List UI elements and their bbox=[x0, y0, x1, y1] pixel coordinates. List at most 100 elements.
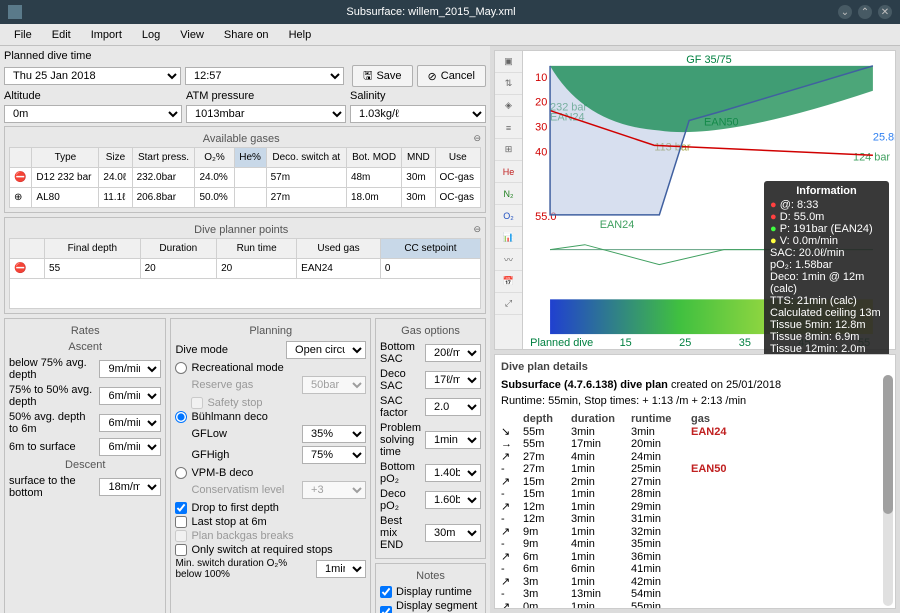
note1-check[interactable] bbox=[380, 586, 392, 598]
details-scrollbar[interactable] bbox=[883, 375, 893, 606]
collapse-planner-icon[interactable]: ⊖ bbox=[473, 224, 481, 236]
rate-4-select[interactable]: 6m/min bbox=[99, 438, 161, 456]
recreational-radio[interactable] bbox=[175, 362, 187, 374]
altitude-select[interactable]: 0m bbox=[4, 105, 182, 123]
collapse-gases-icon[interactable]: ⊖ bbox=[473, 133, 481, 145]
plan-row: ↗3m1min42min bbox=[501, 575, 889, 588]
dive-mode-select[interactable]: Open circuit bbox=[286, 341, 366, 359]
ascent-label: Ascent bbox=[9, 341, 161, 353]
tool-2[interactable]: ⇅ bbox=[495, 73, 522, 95]
cancel-button[interactable]: ⊘Cancel bbox=[417, 65, 486, 87]
plan-row: -6m6min41min bbox=[501, 563, 889, 575]
tool-graph-icon[interactable]: 〰 bbox=[495, 249, 522, 271]
save-icon: 🖫 bbox=[363, 67, 372, 86]
date-select[interactable]: Thu 25 Jan 2018 bbox=[4, 67, 181, 85]
vpm-radio[interactable] bbox=[175, 467, 187, 479]
gflow-select[interactable]: 35% bbox=[302, 425, 366, 443]
menu-file[interactable]: File bbox=[4, 29, 42, 41]
rate-3-select[interactable]: 6m/min bbox=[99, 414, 161, 432]
svg-text:15: 15 bbox=[620, 337, 632, 349]
svg-text:35: 35 bbox=[739, 337, 751, 349]
planned-time-label: Planned dive time bbox=[4, 50, 486, 62]
svg-text:25.8m: 25.8m bbox=[873, 131, 895, 143]
tool-3[interactable]: ◈ bbox=[495, 95, 522, 117]
close-button[interactable]: ✕ bbox=[878, 5, 892, 19]
time-select[interactable]: 12:57 bbox=[185, 67, 344, 85]
minimize-button[interactable]: ⌄ bbox=[838, 5, 852, 19]
bme-select[interactable]: 30m bbox=[425, 524, 481, 542]
dpo2-select[interactable]: 1.60bar bbox=[425, 491, 481, 509]
sacf-select[interactable]: 2.0 bbox=[425, 398, 481, 416]
remove-point-icon[interactable]: ⛔ bbox=[10, 259, 45, 279]
minsw-select[interactable]: 1min bbox=[316, 560, 366, 578]
svg-text:30: 30 bbox=[535, 121, 547, 133]
save-button[interactable]: 🖫Save bbox=[352, 65, 412, 87]
note2-check[interactable] bbox=[380, 606, 392, 613]
tool-he[interactable]: He bbox=[495, 161, 522, 183]
svg-text:10: 10 bbox=[535, 72, 547, 84]
rate-5-select[interactable]: 18m/min bbox=[99, 478, 161, 496]
gas-row[interactable]: ⛔D12 232 bar24.0ℓ232.0bar24.0%57m48m30mO… bbox=[10, 168, 481, 188]
reserve-select: 50bar bbox=[302, 376, 366, 394]
notes-panel: Notes Display runtime Display segment du… bbox=[375, 563, 486, 613]
plan-row: -9m4min35min bbox=[501, 538, 889, 550]
plan-row: ↘55m3min3minEAN24 bbox=[501, 425, 889, 438]
rate-2-select[interactable]: 6m/min bbox=[99, 387, 161, 405]
plan-table: depthdurationruntimegas ↘55m3min3minEAN2… bbox=[501, 413, 889, 609]
salinity-select[interactable]: 1.03kg/ℓ bbox=[350, 105, 486, 123]
laststop-check[interactable] bbox=[175, 516, 187, 528]
tool-5[interactable]: ⊞ bbox=[495, 139, 522, 161]
app-icon bbox=[8, 5, 22, 19]
svg-text:GF 35/75: GF 35/75 bbox=[686, 54, 731, 66]
gas-row[interactable]: ⊕AL8011.1ℓ206.8bar50.0%27m18.0m30mOC-gas bbox=[10, 188, 481, 208]
svg-text:20: 20 bbox=[535, 97, 547, 109]
plan-row: ↗9m1min32min bbox=[501, 525, 889, 538]
buhlmann-radio[interactable] bbox=[175, 411, 187, 423]
profile-toolbar: ▣ ⇅ ◈ ≡ ⊞ He N₂ O₂ 📊 〰 📅 ⤢ bbox=[495, 51, 523, 349]
tool-4[interactable]: ≡ bbox=[495, 117, 522, 139]
drop-check[interactable] bbox=[175, 502, 187, 514]
tool-n2[interactable]: N₂ bbox=[495, 183, 522, 205]
rates-title: Rates bbox=[9, 325, 161, 337]
svg-text:124 bar: 124 bar bbox=[853, 151, 890, 163]
atm-select[interactable]: 1013mbar bbox=[186, 105, 346, 123]
add-gas-icon[interactable]: ⊕ bbox=[10, 188, 32, 208]
onlysw-check[interactable] bbox=[175, 544, 187, 556]
dsac-select[interactable]: 17ℓ/min bbox=[425, 371, 481, 389]
cons-select: +3 bbox=[302, 481, 366, 499]
profile-canvas[interactable]: GF 35/75 10 20 30 40 55.0 25.8m 232 bar … bbox=[523, 51, 895, 349]
menu-view[interactable]: View bbox=[170, 29, 214, 41]
planner-row[interactable]: ⛔552020EAN240 bbox=[10, 259, 481, 279]
rates-panel: Rates Ascent below 75% avg. depth9m/min … bbox=[4, 318, 166, 613]
plan-row: ↗15m2min27min bbox=[501, 475, 889, 488]
gfhigh-select[interactable]: 75% bbox=[302, 446, 366, 464]
bpo2-select[interactable]: 1.40bar bbox=[425, 464, 481, 482]
tool-expand-icon[interactable]: ⤢ bbox=[495, 293, 522, 315]
remove-gas-icon[interactable]: ⛔ bbox=[10, 168, 32, 188]
plan-row: →55m17min20min bbox=[501, 438, 889, 450]
svg-text:EAN24: EAN24 bbox=[600, 219, 635, 231]
dive-plan-details: Dive plan details Subsurface (4.7.6.138)… bbox=[494, 354, 896, 609]
plan-row: ↗0m1min55min bbox=[501, 600, 889, 609]
menu-edit[interactable]: Edit bbox=[42, 29, 81, 41]
tool-o2[interactable]: O₂ bbox=[495, 205, 522, 227]
plan-row: -15m1min28min bbox=[501, 488, 889, 500]
info-title: Information bbox=[770, 185, 883, 197]
bsac-select[interactable]: 20ℓ/min bbox=[425, 344, 481, 362]
maximize-button[interactable]: ⌃ bbox=[858, 5, 872, 19]
rate-1-select[interactable]: 9m/min bbox=[99, 360, 161, 378]
menu-log[interactable]: Log bbox=[132, 29, 170, 41]
tool-1[interactable]: ▣ bbox=[495, 51, 522, 73]
tool-stats-icon[interactable]: 📊 bbox=[495, 227, 522, 249]
planner-points-panel: Dive planner points⊖ Final depthDuration… bbox=[4, 217, 486, 314]
safety-check bbox=[191, 397, 203, 409]
menu-share[interactable]: Share on bbox=[214, 29, 279, 41]
tool-cal-icon[interactable]: 📅 bbox=[495, 271, 522, 293]
menu-import[interactable]: Import bbox=[81, 29, 132, 41]
right-panel: ▣ ⇅ ◈ ≡ ⊞ He N₂ O₂ 📊 〰 📅 ⤢ GF 35/75 10 2… bbox=[490, 46, 900, 613]
menu-help[interactable]: Help bbox=[279, 29, 322, 41]
planner-table: Final depthDurationRun timeUsed gasCC se… bbox=[9, 238, 481, 309]
descent-label: Descent bbox=[9, 459, 161, 471]
pst-select[interactable]: 1min bbox=[425, 431, 481, 449]
titlebar: Subsurface: willem_2015_May.xml ⌄ ⌃ ✕ bbox=[0, 0, 900, 24]
